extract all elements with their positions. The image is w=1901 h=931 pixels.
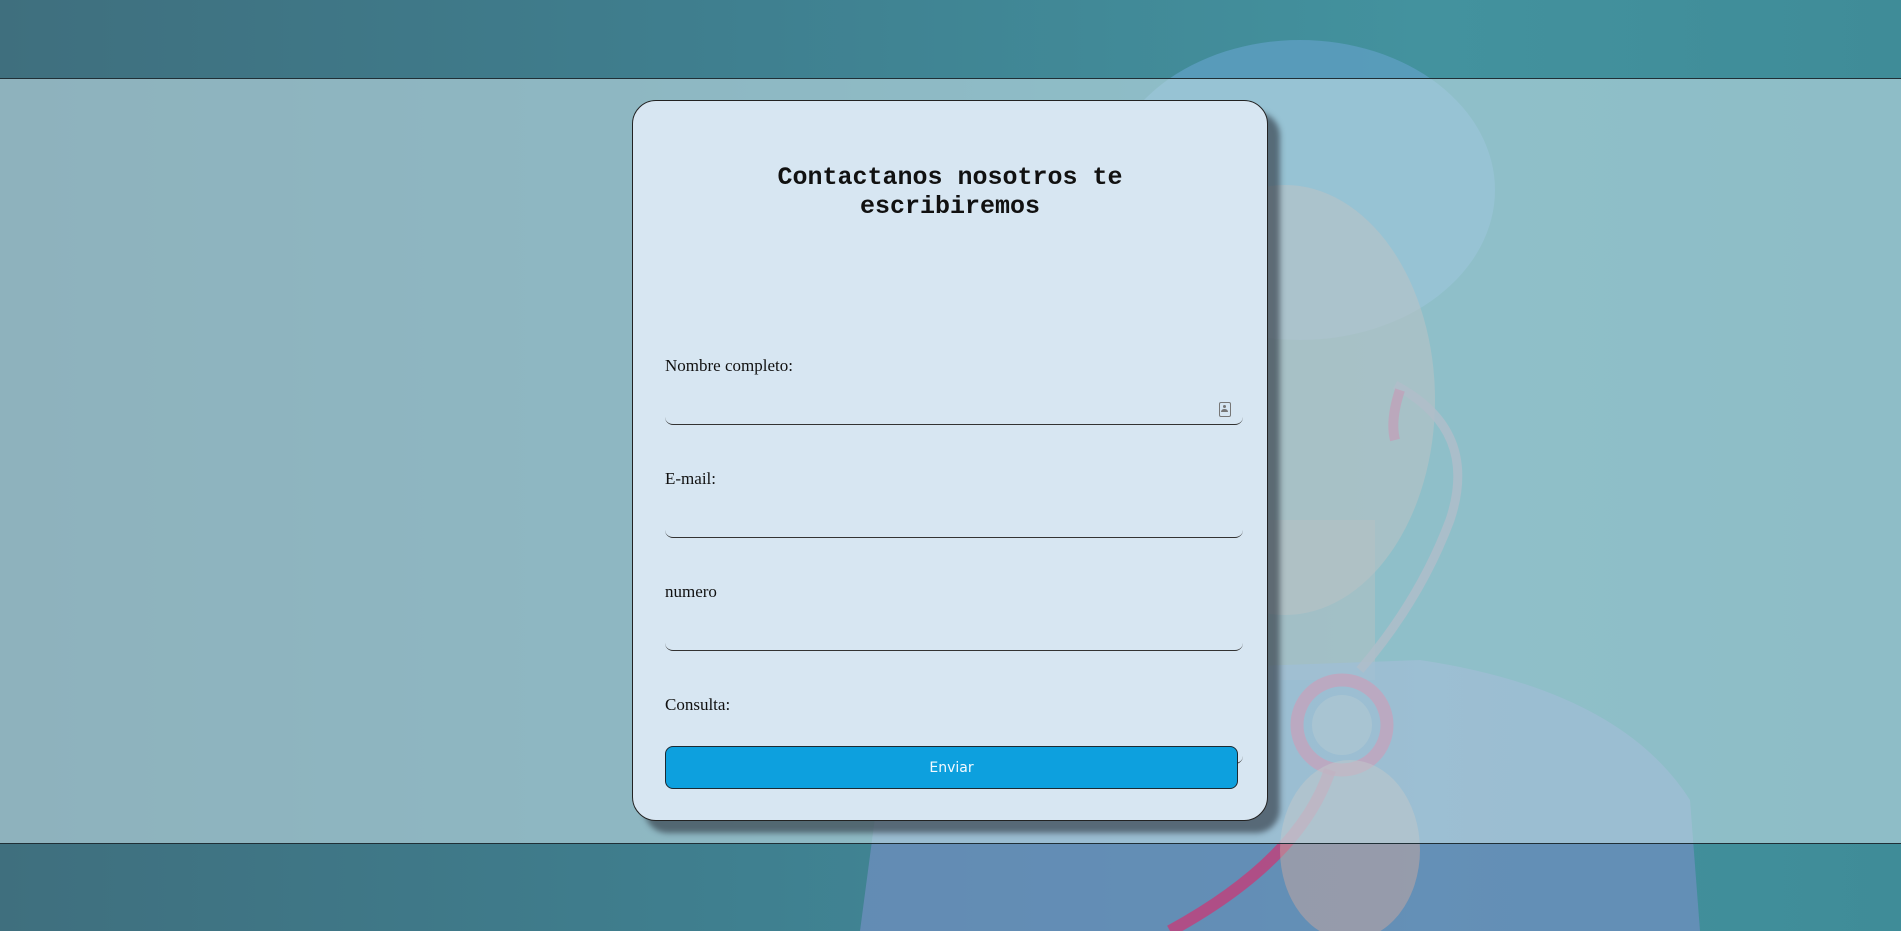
email-input[interactable]: [665, 503, 1243, 538]
contact-form: Contactanos nosotros te escribiremos Nom…: [632, 100, 1268, 821]
query-group: Consulta:: [665, 695, 1243, 764]
submit-button[interactable]: Enviar: [665, 746, 1238, 789]
email-group: E-mail:: [665, 469, 1243, 538]
email-label: E-mail:: [665, 469, 716, 488]
number-group: numero: [665, 582, 1243, 651]
full-name-input[interactable]: [665, 390, 1243, 425]
query-label: Consulta:: [665, 695, 731, 714]
form-title: Contactanos nosotros te escribiremos: [777, 163, 1123, 221]
full-name-group: Nombre completo:: [665, 356, 1243, 425]
number-label: numero: [665, 582, 717, 601]
number-input[interactable]: [665, 616, 1243, 651]
full-name-label: Nombre completo:: [665, 356, 793, 375]
contact-card-icon[interactable]: [1219, 402, 1231, 417]
